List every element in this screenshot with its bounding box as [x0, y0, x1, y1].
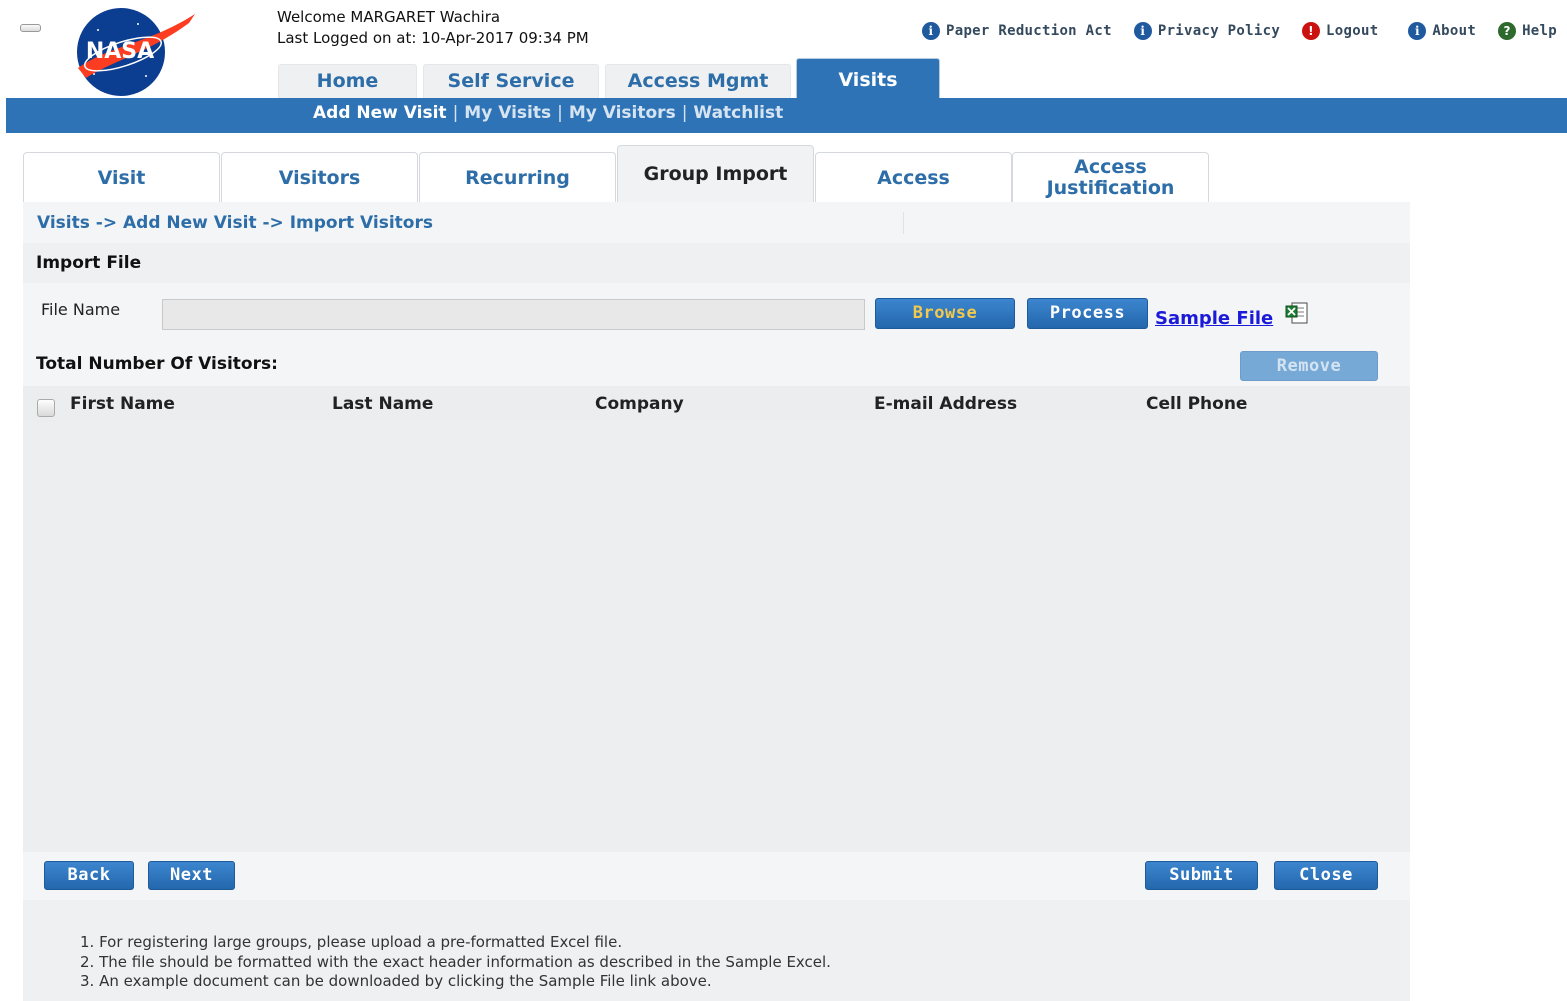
tab-recurring[interactable]: Recurring	[419, 152, 616, 203]
nav-tab-self-service[interactable]: Self Service	[423, 64, 599, 99]
privacy-policy-link[interactable]: i Privacy Policy	[1133, 22, 1281, 40]
submit-button[interactable]: Submit	[1145, 861, 1258, 890]
divider	[903, 212, 904, 234]
back-button[interactable]: Back	[44, 861, 134, 890]
info-icon: i	[1408, 22, 1427, 40]
breadcrumb: Visits -> Add New Visit -> Import Visito…	[37, 213, 433, 233]
instruction-item: 3. An example document can be downloaded…	[80, 972, 712, 990]
about-link[interactable]: i About	[1408, 22, 1476, 40]
info-icon: i	[1133, 22, 1152, 40]
info-icon: i	[921, 22, 940, 40]
column-email-address[interactable]: E-mail Address	[874, 394, 1017, 414]
remove-button: Remove	[1240, 351, 1378, 381]
tab-access-justification[interactable]: Access Justification	[1012, 152, 1209, 203]
paper-reduction-act-label: Paper Reduction Act	[945, 23, 1112, 39]
total-visitors-label: Total Number Of Visitors:	[36, 354, 278, 374]
tab-visit[interactable]: Visit	[23, 152, 220, 203]
alert-icon: !	[1302, 22, 1321, 40]
column-cell-phone[interactable]: Cell Phone	[1146, 394, 1247, 414]
file-name-input[interactable]	[162, 299, 865, 330]
visitors-table-body	[23, 422, 1410, 852]
sub-nav-separator: |	[681, 103, 688, 123]
sub-nav-separator: |	[452, 103, 459, 123]
instruction-item: 2. The file should be formatted with the…	[80, 952, 831, 971]
column-last-name[interactable]: Last Name	[332, 394, 433, 414]
sub-nav-watchlist[interactable]: Watchlist	[693, 103, 783, 123]
nav-tab-access-mgmt[interactable]: Access Mgmt	[605, 64, 791, 99]
browse-button[interactable]: Browse	[875, 298, 1015, 329]
sub-nav: Add New Visit | My Visits | My Visitors | Watc…	[313, 103, 783, 123]
next-button[interactable]: Next	[148, 861, 235, 890]
nav-tab-home[interactable]: Home	[278, 64, 417, 99]
welcome-block: Welcome MARGARET Wachira Last Logged on …	[277, 7, 589, 49]
sample-file-link[interactable]: Sample File	[1155, 308, 1273, 329]
help-icon: ?	[1498, 22, 1517, 40]
sub-nav-bar	[6, 98, 1567, 133]
last-logged-text: Last Logged on at: 10-Apr-2017 09:34 PM	[277, 29, 589, 47]
sub-nav-add-new-visit[interactable]: Add New Visit	[313, 103, 447, 123]
import-section-header	[23, 243, 1410, 283]
tab-access[interactable]: Access	[815, 152, 1012, 203]
tab-visitors[interactable]: Visitors	[221, 152, 418, 203]
process-button[interactable]: Process	[1027, 298, 1148, 329]
paper-reduction-act-link[interactable]: i Paper Reduction Act	[921, 22, 1112, 40]
menu-toggle-button[interactable]	[20, 24, 41, 32]
privacy-policy-label: Privacy Policy	[1157, 23, 1281, 39]
select-all-checkbox[interactable]	[37, 399, 55, 417]
sub-nav-my-visits[interactable]: My Visits	[464, 103, 551, 123]
instructions-list: 1. For registering large groups, please …	[80, 933, 831, 992]
import-file-title: Import File	[36, 253, 142, 273]
top-links: i Paper Reduction Act i Privacy Policy !…	[921, 22, 1557, 40]
help-label: Help	[1522, 23, 1557, 39]
tab-group-import[interactable]: Group Import	[617, 145, 814, 203]
nasa-logo: NASA	[77, 8, 195, 96]
logout-link[interactable]: ! Logout	[1302, 22, 1378, 40]
column-company[interactable]: Company	[595, 394, 684, 414]
excel-file-icon[interactable]	[1284, 302, 1310, 326]
file-name-label: File Name	[41, 300, 121, 319]
about-label: About	[1432, 23, 1477, 39]
column-first-name[interactable]: First Name	[70, 394, 175, 414]
nav-tab-visits[interactable]: Visits	[796, 58, 940, 99]
help-link[interactable]: ? Help	[1498, 22, 1557, 40]
sub-nav-my-visitors[interactable]: My Visitors	[569, 103, 676, 123]
instruction-item: 1. For registering large groups, please …	[80, 933, 623, 951]
logo-text: NASA	[86, 39, 154, 64]
sub-nav-separator: |	[557, 103, 563, 123]
logout-label: Logout	[1326, 23, 1379, 39]
welcome-text: Welcome MARGARET Wachira	[277, 8, 501, 26]
close-button[interactable]: Close	[1274, 861, 1378, 890]
